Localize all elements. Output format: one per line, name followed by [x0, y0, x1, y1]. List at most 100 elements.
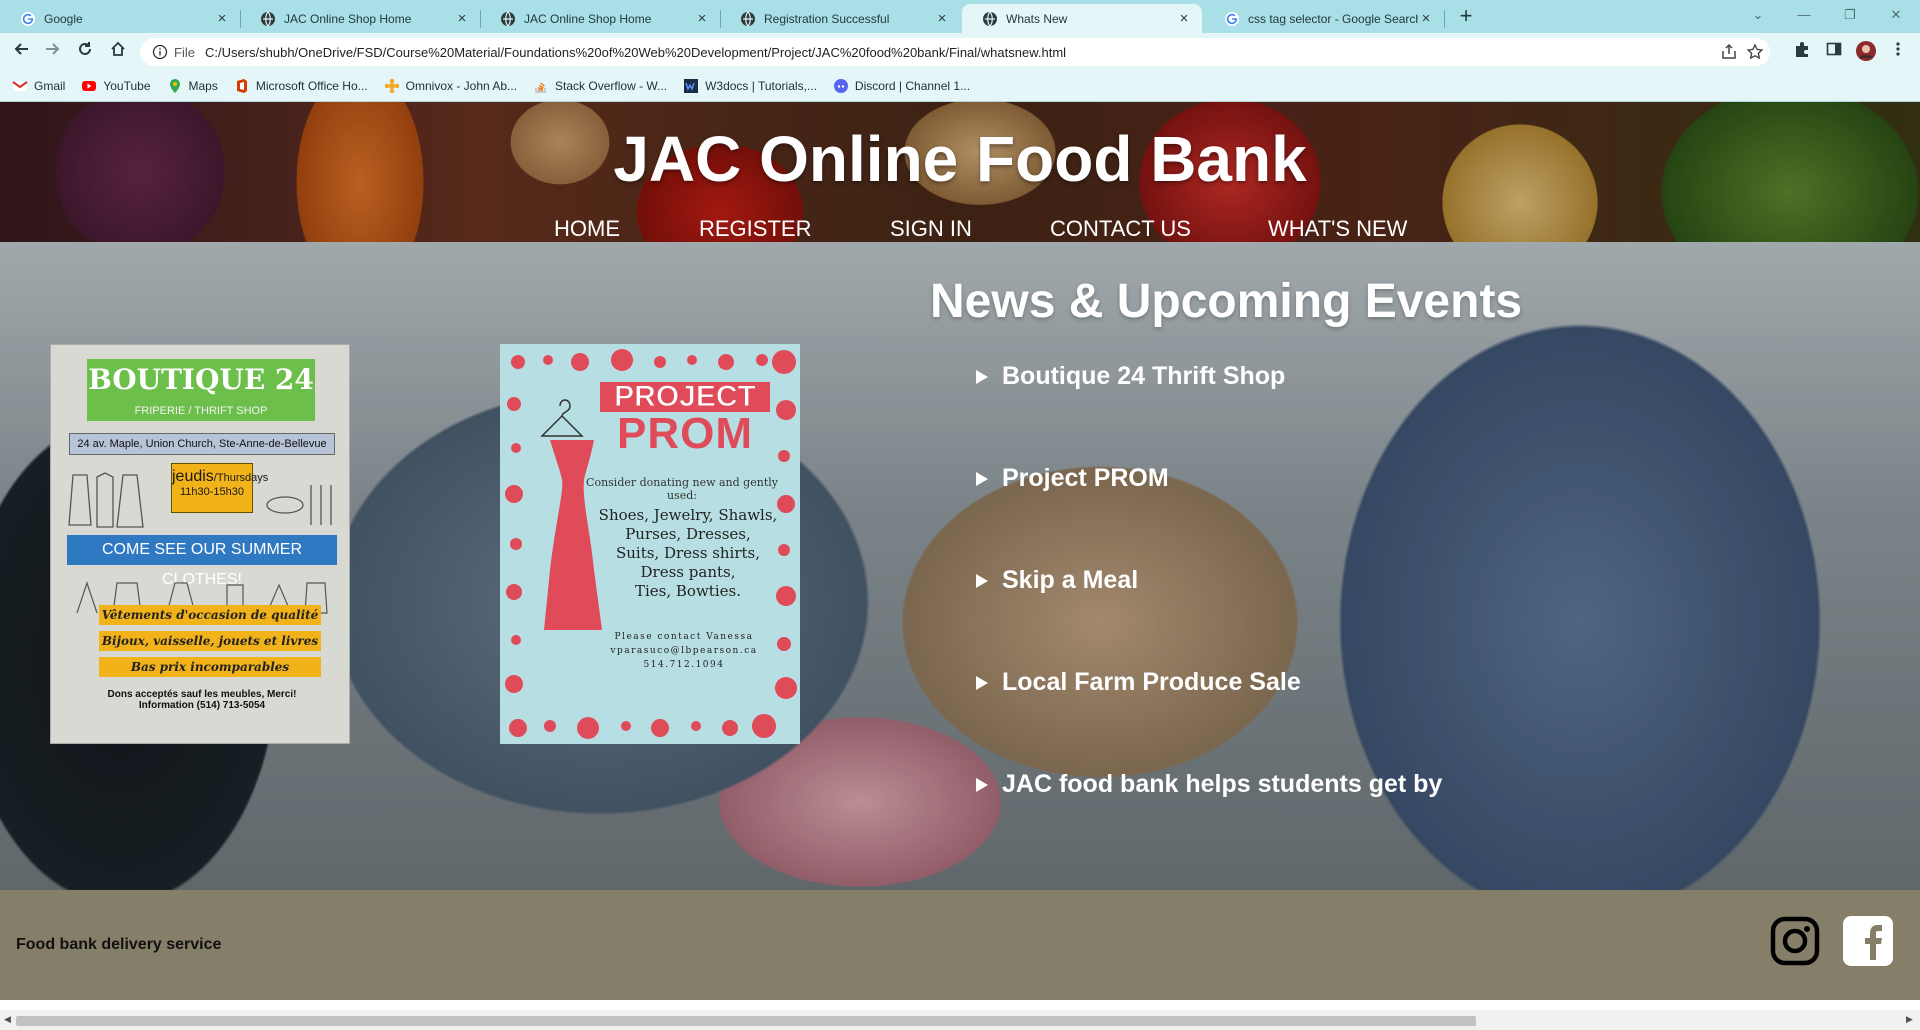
main-content: BOUTIQUE 24 FRIPERIE / THRIFT SHOP 24 av… — [0, 242, 1920, 890]
tab-css-tag-selector[interactable]: css tag selector - Google Search × — [1204, 4, 1444, 33]
boutique-subtitle: FRIPERIE / THRIFT SHOP — [134, 405, 268, 417]
reload-button[interactable] — [73, 40, 97, 64]
side-panel-icon — [1826, 42, 1842, 56]
prom-poster: PROJECT PROM Consider donating new and g… — [500, 344, 800, 744]
news-item-prom[interactable]: Project PROM — [976, 464, 1169, 493]
scrollbar-thumb[interactable] — [16, 1016, 1476, 1026]
close-icon[interactable]: × — [694, 10, 710, 27]
news-item-boutique[interactable]: Boutique 24 Thrift Shop — [976, 362, 1285, 391]
nav-sign-in[interactable]: SIGN IN — [890, 216, 972, 242]
bookmark-youtube[interactable]: YouTube — [81, 78, 151, 94]
facebook-icon[interactable] — [1843, 916, 1893, 966]
tab-jac-shop-home[interactable]: JAC Online Shop Home × — [240, 4, 480, 33]
boutique-line-1: Vêtements d'occasion de qualité — [99, 605, 321, 625]
disclosure-triangle-icon — [976, 573, 988, 588]
bookmark-label: Gmail — [34, 79, 66, 93]
bookmark-maps[interactable]: Maps — [167, 78, 218, 94]
prom-contact: Please contact Vanessa vparasuco@lbpears… — [584, 630, 784, 672]
tab-strip: Google × JAC Online Shop Home × JAC Onli… — [0, 0, 1920, 33]
page-viewport: JAC Online Food Bank HOME REGISTER SIGN … — [0, 102, 1920, 1010]
tab-whats-new[interactable]: Whats New × — [962, 4, 1202, 33]
bookmark-discord[interactable]: Discord | Channel 1... — [833, 78, 970, 94]
news-item-farm-produce[interactable]: Local Farm Produce Sale — [976, 668, 1301, 697]
profile-button[interactable] — [1854, 40, 1878, 64]
boutique-line-3: Bas prix incomparables — [99, 657, 321, 677]
tab-jac-shop-home-2[interactable]: JAC Online Shop Home × — [480, 4, 720, 33]
bookmark-gmail[interactable]: Gmail — [12, 78, 65, 94]
bookmark-label: W3docs | Tutorials,... — [705, 79, 817, 93]
dishes-drawings — [266, 485, 332, 525]
prom-consider-text: Consider donating new and gently used: — [586, 476, 778, 502]
prom-item: Dress pants, — [640, 563, 736, 581]
news-item-students[interactable]: JAC food bank helps students get by — [976, 770, 1442, 799]
prom-items-list: Shoes, Jewelry, Shawls, Purses, Dresses,… — [588, 506, 788, 601]
tab-title: JAC Online Shop Home — [524, 11, 652, 26]
stackoverflow-icon — [535, 82, 546, 93]
tab-title: Whats New — [1006, 11, 1068, 26]
back-button[interactable] — [10, 40, 34, 64]
star-icon[interactable] — [1746, 43, 1764, 61]
prom-title-line-2: PROM — [617, 409, 753, 458]
bookmark-label: Discord | Channel 1... — [854, 79, 971, 93]
info-icon[interactable] — [152, 44, 168, 60]
news-item-label: Local Farm Produce Sale — [1002, 668, 1301, 696]
boutique-footer-line-2: Information (514) 713-5054 — [138, 700, 266, 711]
boutique-banner: COME SEE OUR SUMMER CLOTHES! — [67, 535, 337, 588]
prom-contact-phone: 514.712.1094 — [643, 660, 725, 670]
close-icon[interactable]: × — [1176, 10, 1192, 27]
w3docs-icon — [684, 79, 699, 93]
globe-icon — [983, 11, 997, 26]
tab-search-icon[interactable]: ⌄ — [1746, 4, 1770, 26]
news-heading: News & Upcoming Events — [930, 275, 1523, 328]
new-tab-button[interactable]: + — [1454, 5, 1478, 29]
home-icon — [111, 41, 125, 56]
prom-item: Ties, Bowties. — [635, 582, 741, 600]
side-panel-button[interactable] — [1822, 40, 1846, 64]
maps-icon — [169, 79, 180, 93]
prom-item: Suits, Dress shirts, — [615, 544, 761, 562]
close-icon[interactable]: × — [934, 10, 950, 27]
boutique-footer: Dons acceptés sauf les meubles, Merci! I… — [71, 689, 333, 711]
menu-button[interactable] — [1886, 40, 1910, 64]
tab-registration-successful[interactable]: Registration Successful × — [720, 4, 960, 33]
bookmark-omnivox[interactable]: Omnivox - John Ab... — [384, 78, 517, 94]
news-item-skip-a-meal[interactable]: Skip a Meal — [976, 566, 1138, 595]
nav-contact-us[interactable]: CONTACT US — [1050, 216, 1191, 242]
close-icon[interactable]: × — [1418, 10, 1434, 27]
nav-register[interactable]: REGISTER — [699, 216, 811, 242]
bookmark-label: Omnivox - John Ab... — [405, 79, 518, 93]
close-icon[interactable]: × — [214, 10, 230, 27]
scroll-left-icon[interactable]: ◀ — [4, 1014, 11, 1025]
bookmark-stackoverflow[interactable]: Stack Overflow - W... — [533, 78, 667, 94]
nav-home[interactable]: HOME — [554, 216, 620, 242]
disclosure-triangle-icon — [976, 777, 988, 792]
restore-button[interactable]: ❐ — [1838, 4, 1862, 26]
boutique-footer-line-1: Dons acceptés sauf les meubles, Merci! — [107, 689, 297, 700]
bookmark-label: Maps — [188, 79, 218, 93]
google-icon — [1225, 11, 1239, 26]
arrow-left-icon — [14, 43, 28, 55]
bookmark-w3docs[interactable]: W3docs | Tutorials,... — [683, 78, 817, 94]
prom-title-line-1: PROJECT — [600, 381, 770, 412]
instagram-icon[interactable] — [1770, 916, 1820, 966]
bookmark-label: Stack Overflow - W... — [555, 79, 668, 93]
share-icon[interactable] — [1720, 43, 1738, 61]
close-icon[interactable]: × — [454, 10, 470, 27]
bookmark-office[interactable]: Microsoft Office Ho... — [234, 78, 368, 94]
close-window-button[interactable]: ✕ — [1884, 4, 1908, 26]
horizontal-scrollbar[interactable]: ◀ ▶ — [0, 1010, 1920, 1030]
minimize-button[interactable]: — — [1792, 4, 1816, 26]
url-scheme: File — [174, 44, 195, 60]
disclosure-triangle-icon — [976, 675, 988, 690]
url-text: C:/Users/shubh/OneDrive/FSD/Course%20Mat… — [204, 44, 1067, 60]
forward-button[interactable] — [40, 40, 64, 64]
scroll-right-icon[interactable]: ▶ — [1906, 1014, 1913, 1025]
home-button[interactable] — [106, 40, 130, 64]
extensions-button[interactable] — [1790, 40, 1814, 64]
nav-whats-new[interactable]: WHAT'S NEW — [1268, 216, 1407, 242]
disclosure-triangle-icon — [976, 369, 988, 384]
prom-contact-email: vparasuco@lbpearson.ca — [610, 646, 758, 656]
header-banner: JAC Online Food Bank HOME REGISTER SIGN … — [0, 102, 1920, 242]
address-bar[interactable]: File C:/Users/shubh/OneDrive/FSD/Course%… — [140, 38, 1770, 66]
tab-google[interactable]: Google × — [0, 4, 240, 33]
